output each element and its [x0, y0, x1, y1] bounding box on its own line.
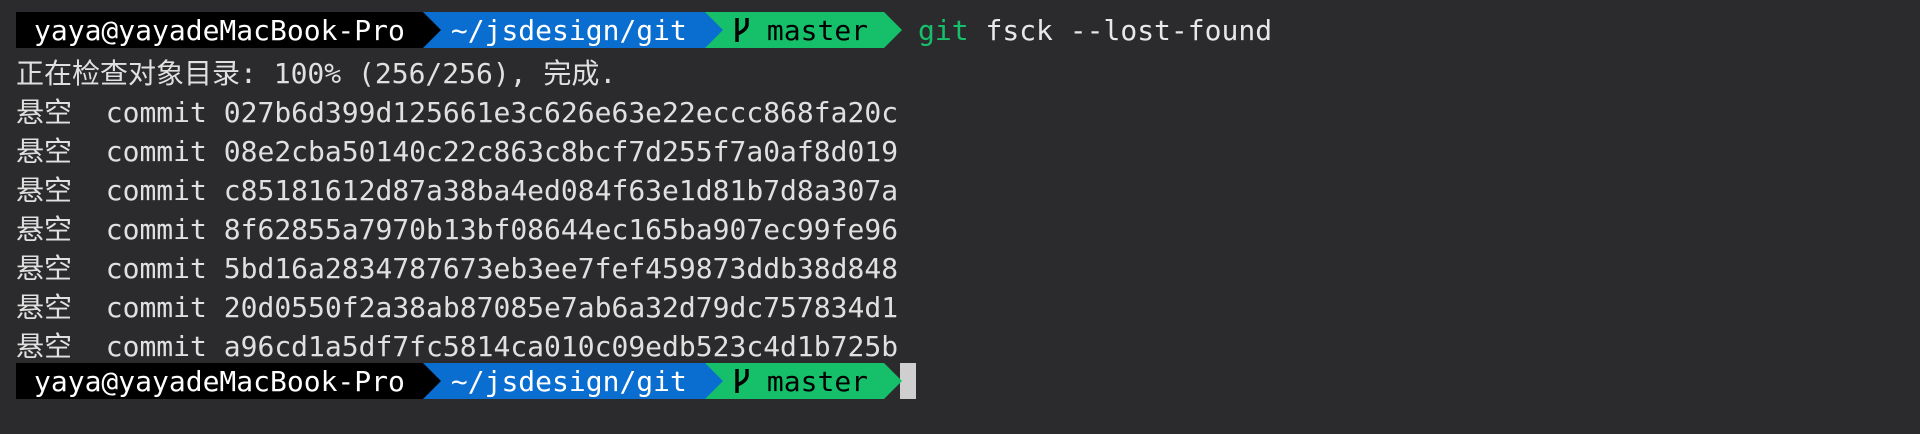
dangling-commit-row: 悬空 commit 08e2cba50140c22c863c8bcf7d255f… — [16, 132, 898, 171]
commit-hash: a96cd1a5df7fc5814ca010c09edb523c4d1b725b — [223, 330, 899, 363]
prompt-branch-segment: master — [704, 12, 903, 48]
prompt-user-host: yaya@yayadeMacBook-Pro — [34, 13, 405, 47]
dangling-commit-row: 悬空 commit 8f62855a7970b13bf08644ec165ba9… — [16, 210, 898, 249]
prompt-directory: ~/jsdesign/git — [450, 13, 687, 47]
prompt-dir-segment: ~/jsdesign/git — [422, 12, 723, 48]
powerline-arrow-icon — [704, 12, 723, 48]
prompt-line-2: yaya@yayadeMacBook-Pro ~/jsdesign/git ma… — [16, 363, 917, 399]
command-args: fsck --lost-found — [985, 13, 1273, 47]
git-branch-icon — [735, 18, 749, 42]
prompt-branch: master — [766, 13, 869, 47]
prompt-branch: master — [766, 364, 869, 398]
dangling-label: 悬空 — [16, 213, 73, 246]
prompt-directory: ~/jsdesign/git — [450, 364, 687, 398]
commit-hash: 08e2cba50140c22c863c8bcf7d255f7a0af8d019 — [223, 135, 899, 168]
prompt-line-1: yaya@yayadeMacBook-Pro ~/jsdesign/git ma… — [16, 12, 1272, 48]
commit-hash: 8f62855a7970b13bf08644ec165ba907ec99fe96 — [223, 213, 899, 246]
dangling-commit-row: 悬空 commit 5bd16a2834787673eb3ee7fef45987… — [16, 249, 898, 288]
commit-hash: 027b6d399d125661e3c626e63e22eccc868fa20c — [223, 96, 899, 129]
git-branch-icon — [735, 369, 749, 393]
powerline-arrow-icon — [884, 363, 903, 399]
object-type: commit — [105, 96, 207, 129]
dangling-commit-row: 悬空 commit a96cd1a5df7fc5814ca010c09edb52… — [16, 327, 898, 366]
prompt-branch-segment: master — [704, 363, 903, 399]
prompt-user-segment: yaya@yayadeMacBook-Pro — [16, 12, 441, 48]
dangling-label: 悬空 — [16, 135, 73, 168]
terminal-cursor[interactable] — [900, 363, 917, 399]
prompt-dir-segment: ~/jsdesign/git — [422, 363, 723, 399]
object-type: commit — [105, 291, 207, 324]
powerline-arrow-icon — [422, 363, 441, 399]
commit-hash: 20d0550f2a38ab87085e7ab6a32d79dc757834d1 — [223, 291, 899, 324]
powerline-arrow-icon — [884, 12, 903, 48]
dangling-label: 悬空 — [16, 96, 73, 129]
dangling-label: 悬空 — [16, 252, 73, 285]
commit-hash: c85181612d87a38ba4ed084f63e1d81b7d8a307a — [223, 174, 899, 207]
dangling-commit-row: 悬空 commit c85181612d87a38ba4ed084f63e1d8… — [16, 171, 898, 210]
object-type: commit — [105, 135, 207, 168]
command-program: git — [918, 13, 969, 47]
object-type: commit — [105, 252, 207, 285]
dangling-label: 悬空 — [16, 174, 73, 207]
prompt-user-host: yaya@yayadeMacBook-Pro — [34, 364, 405, 398]
object-type: commit — [105, 213, 207, 246]
powerline-arrow-icon — [422, 12, 441, 48]
dangling-commit-row: 悬空 commit 027b6d399d125661e3c626e63e22ec… — [16, 93, 898, 132]
dangling-commit-row: 悬空 commit 20d0550f2a38ab87085e7ab6a32d79… — [16, 288, 898, 327]
command-text: git fsck --lost-found — [918, 11, 1272, 50]
prompt-user-segment: yaya@yayadeMacBook-Pro — [16, 363, 441, 399]
dangling-label: 悬空 — [16, 330, 73, 363]
commit-hash: 5bd16a2834787673eb3ee7fef459873ddb38d848 — [223, 252, 899, 285]
object-type: commit — [105, 330, 207, 363]
dangling-label: 悬空 — [16, 291, 73, 324]
progress-output-line: 正在检查对象目录: 100% (256/256), 完成. — [16, 57, 617, 90]
terminal-window[interactable]: yaya@yayadeMacBook-Pro ~/jsdesign/git ma… — [0, 0, 1920, 434]
object-type: commit — [105, 174, 207, 207]
powerline-arrow-icon — [704, 363, 723, 399]
